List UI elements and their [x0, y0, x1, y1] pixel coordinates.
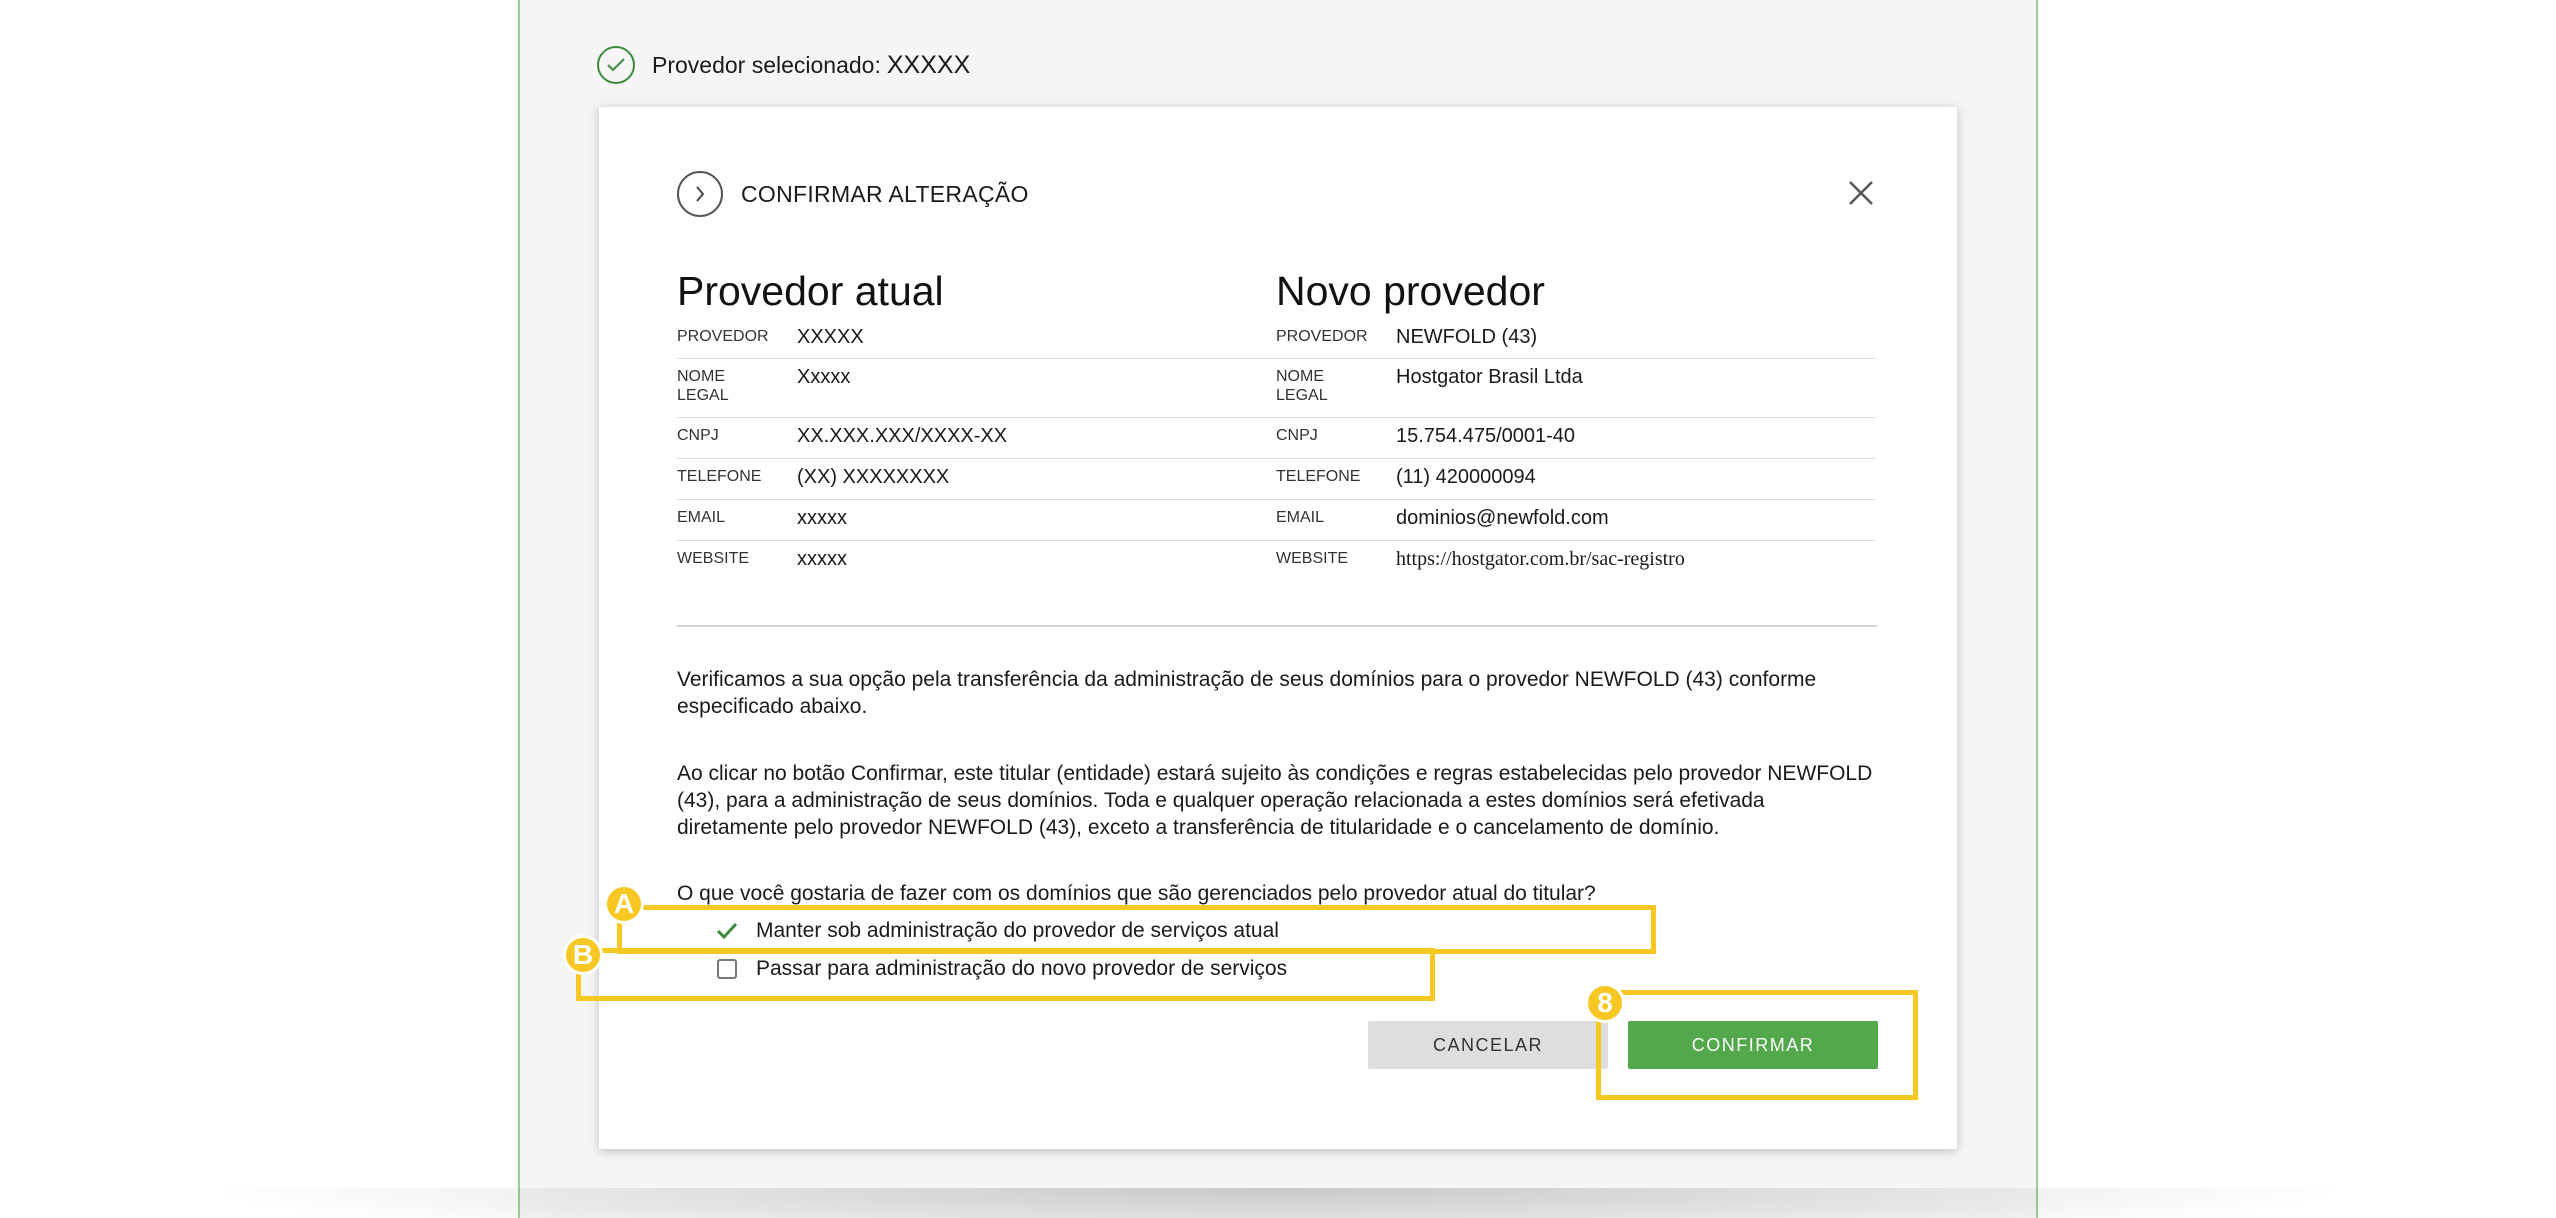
selected-provider-text: Provedor selecionado: XXXXX [652, 51, 970, 80]
current-provider-heading: Provedor atual [677, 268, 944, 314]
current-provider-column: Provedor atual PROVEDOR XXXXX NOME LEGAL X… [677, 265, 1277, 583]
close-button[interactable] [1845, 177, 1877, 209]
detail-value: (XX) XXXXXXXX [797, 466, 950, 488]
modal-title: CONFIRMAR ALTERAÇÃO [741, 180, 1029, 207]
section-divider [677, 625, 1877, 627]
check-circle-icon [597, 46, 635, 84]
detail-value: Xxxxx [797, 366, 851, 388]
verification-paragraph: Verificamos a sua opção pela transferênc… [677, 668, 1817, 718]
detail-value: 15.754.475/0001-40 [1396, 425, 1576, 447]
detail-label: TELEFONE [1276, 468, 1361, 485]
highlight-box-a [617, 905, 1656, 954]
current-provider-details: PROVEDOR XXXXX NOME LEGAL Xxxxx CNPJ XX.XXX… [677, 319, 1277, 583]
detail-label: NOME LEGAL [677, 368, 729, 404]
selected-provider-value: XXXXX [886, 50, 971, 79]
highlight-box-8 [1596, 990, 1918, 1100]
conditions-paragraph: Ao clicar no botão Confirmar, este titul… [677, 762, 1873, 839]
annotation-badge-a: A [604, 884, 644, 924]
domains-question: O que você gostaria de fazer com os domí… [677, 882, 1596, 905]
detail-value: XXXXX [797, 326, 864, 348]
annotation-badge-8: 8 [1585, 983, 1625, 1023]
detail-row: NOME LEGAL Hostgator Brasil Ltda [1276, 359, 1876, 418]
detail-value: dominios@newfold.com [1396, 507, 1609, 529]
new-provider-details: PROVEDOR NEWFOLD (43) NOME LEGAL Hostgator… [1276, 319, 1876, 583]
new-provider-heading: Novo provedor [1276, 268, 1545, 314]
website-link[interactable]: https://hostgator.com.br/sac-registro [1396, 547, 1685, 577]
detail-value: xxxxx [797, 507, 847, 529]
selected-provider-label: Provedor selecionado: [652, 51, 881, 78]
chevron-right-circle-icon [677, 171, 723, 217]
detail-row: PROVEDOR NEWFOLD (43) [1276, 319, 1876, 359]
detail-row: WEBSITE xxxxx [677, 541, 1277, 583]
detail-label: TELEFONE [677, 468, 762, 485]
detail-label: WEBSITE [1276, 550, 1349, 567]
detail-row: TELEFONE (XX) XXXXXXXX [677, 459, 1277, 500]
detail-row: CNPJ 15.754.475/0001-40 [1276, 418, 1876, 459]
detail-label: EMAIL [1276, 509, 1325, 526]
detail-label: NOME LEGAL [1276, 368, 1328, 404]
detail-value: NEWFOLD (43) [1396, 326, 1538, 348]
detail-label: CNPJ [677, 427, 719, 444]
modal-header: CONFIRMAR ALTERAÇÃO [677, 171, 1029, 217]
detail-label: PROVEDOR [677, 328, 769, 345]
cancel-button[interactable]: CANCELAR [1368, 1021, 1608, 1069]
new-provider-column: Novo provedor PROVEDOR NEWFOLD (43) NOME … [1276, 265, 1876, 583]
highlight-box-b [576, 948, 1435, 1001]
detail-row: EMAIL xxxxx [677, 500, 1277, 541]
selected-provider-row: Provedor selecionado: XXXXX [597, 46, 970, 84]
detail-value: XX.XXX.XXX/XXXX-XX [797, 425, 1008, 447]
detail-row: WEBSITE https://hostgator.com.br/sac-regi… [1276, 541, 1876, 583]
bottom-shadow [200, 1188, 2356, 1218]
detail-label: PROVEDOR [1276, 328, 1368, 345]
detail-row: EMAIL dominios@newfold.com [1276, 500, 1876, 541]
detail-label: EMAIL [677, 509, 726, 526]
detail-row: CNPJ XX.XXX.XXX/XXXX-XX [677, 418, 1277, 459]
detail-value: Hostgator Brasil Ltda [1396, 366, 1583, 388]
detail-label: WEBSITE [677, 550, 750, 567]
annotation-badge-b: B [563, 935, 603, 975]
detail-row: PROVEDOR XXXXX [677, 319, 1277, 359]
detail-row: TELEFONE (11) 420000094 [1276, 459, 1876, 500]
detail-value: (11) 420000094 [1396, 466, 1536, 488]
detail-row: NOME LEGAL Xxxxx [677, 359, 1277, 418]
detail-label: CNPJ [1276, 427, 1318, 444]
detail-value: xxxxx [797, 548, 847, 570]
close-icon [1849, 181, 1873, 205]
